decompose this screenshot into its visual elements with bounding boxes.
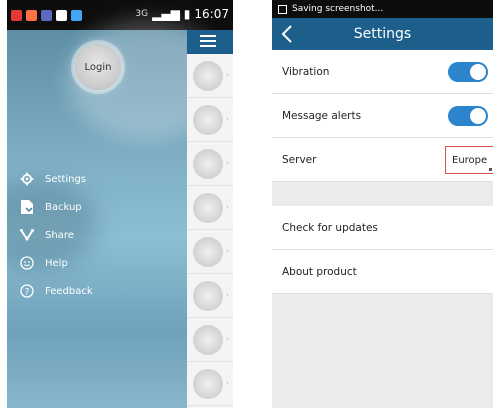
- setting-label: Vibration: [282, 65, 330, 78]
- menu-item-label: Backup: [45, 201, 82, 213]
- device-thumbnail: [193, 368, 223, 399]
- list-item[interactable]: ·: [187, 142, 233, 186]
- menu-item-label: Settings: [45, 173, 87, 185]
- list-item[interactable]: ·: [187, 230, 233, 274]
- app-notification-icon: [56, 9, 67, 21]
- device-thumbnail: [193, 192, 223, 223]
- signal-icon: ▂▄▆: [152, 7, 180, 21]
- vibration-toggle[interactable]: [448, 61, 488, 82]
- setting-vibration: Vibration: [272, 50, 493, 94]
- setting-label: Check for updates: [282, 221, 378, 234]
- status-right: 3G ▂▄▆ ▮ 16:07: [135, 7, 229, 21]
- menu-item-help[interactable]: Help: [7, 249, 187, 277]
- setting-about-product[interactable]: About product: [272, 250, 493, 294]
- menu-item-share[interactable]: Share: [7, 221, 187, 249]
- screenshot-icon: [278, 4, 287, 14]
- help-icon: [19, 255, 35, 271]
- status-text: Saving screenshot...: [292, 4, 384, 14]
- battery-icon: ▮: [183, 7, 191, 21]
- setting-label: Server: [282, 153, 317, 166]
- list-item[interactable]: ·: [187, 186, 233, 230]
- menu-item-feedback[interactable]: ? Feedback: [7, 277, 187, 305]
- setting-check-updates[interactable]: Check for updates: [272, 206, 493, 250]
- navigation-drawer: Login Settings Backup Share Help ? Feedb…: [7, 20, 227, 408]
- device-thumbnail: [193, 104, 223, 135]
- device-thumbnail: [193, 236, 223, 267]
- menu-item-label: Feedback: [45, 285, 93, 297]
- share-icon: [19, 227, 35, 243]
- device-thumbnail: [193, 60, 223, 91]
- page-title: Settings: [353, 26, 412, 42]
- app-header: Settings: [272, 18, 493, 50]
- feedback-icon: ?: [19, 283, 35, 299]
- drawer-menu: Settings Backup Share Help ? Feedback: [7, 165, 187, 305]
- list-item[interactable]: ·: [187, 318, 233, 362]
- login-label: Login: [84, 61, 112, 73]
- list-item[interactable]: ·: [187, 274, 233, 318]
- app-notification-icon: [11, 9, 22, 21]
- device-thumbnail: [193, 324, 223, 355]
- status-bar: Saving screenshot...: [272, 0, 493, 18]
- backup-icon: [19, 199, 35, 215]
- setting-label: Message alerts: [282, 109, 362, 122]
- menu-item-label: Help: [45, 257, 68, 269]
- menu-item-settings[interactable]: Settings: [7, 165, 187, 193]
- clock: 16:07: [194, 7, 229, 21]
- server-value: Europe: [452, 154, 488, 166]
- notification-icons: [11, 8, 82, 22]
- list-item[interactable]: ·: [187, 98, 233, 142]
- setting-server: Server Europe: [272, 138, 493, 182]
- gear-icon: [19, 171, 35, 187]
- left-phone-screen: 3G ▂▄▆ ▮ 16:07 Login Settings Backup Sha…: [7, 0, 233, 408]
- svg-text:?: ?: [25, 288, 30, 298]
- device-thumbnail: [193, 148, 223, 179]
- device-thumbnail: [193, 280, 223, 311]
- list-item[interactable]: ·: [187, 54, 233, 98]
- app-notification-icon: [71, 9, 82, 21]
- list-item[interactable]: ·: [187, 362, 233, 406]
- app-notification-icon: [26, 9, 37, 21]
- message-alerts-toggle[interactable]: [448, 105, 488, 126]
- dropdown-indicator-icon: [489, 168, 492, 171]
- app-notification-icon: [41, 9, 52, 21]
- menu-item-label: Share: [45, 229, 74, 241]
- setting-label: About product: [282, 265, 357, 278]
- login-button[interactable]: Login: [75, 44, 121, 90]
- right-phone-screen: Saving screenshot... Settings Vibration …: [272, 0, 493, 408]
- network-type: 3G: [135, 9, 149, 19]
- menu-item-backup[interactable]: Backup: [7, 193, 187, 221]
- setting-message-alerts: Message alerts: [272, 94, 493, 138]
- hamburger-menu-icon[interactable]: [200, 35, 216, 47]
- device-list: · · · · · · · ·: [187, 54, 233, 408]
- server-dropdown[interactable]: Europe: [445, 146, 493, 174]
